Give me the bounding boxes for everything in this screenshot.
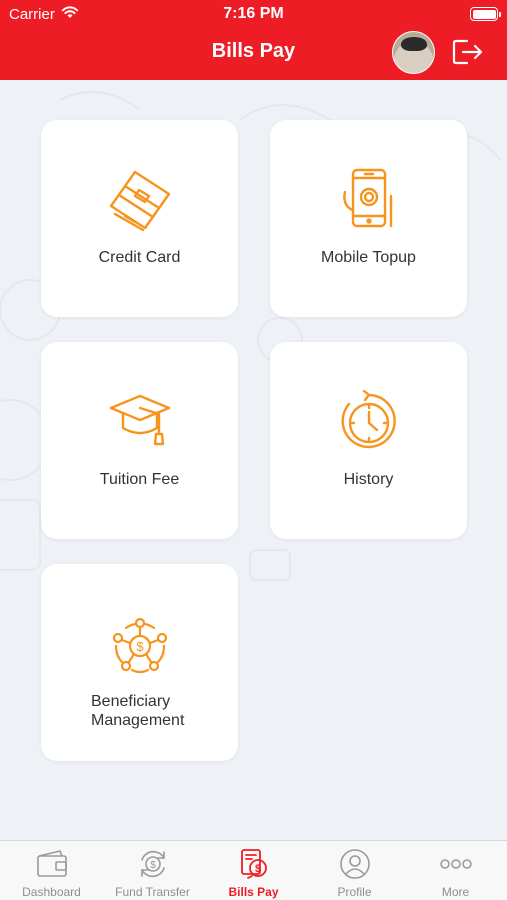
mobile-phone-icon [342, 168, 392, 228]
tab-bar: Dashboard $ Fund Transfer $ Bills Pay Pr… [0, 840, 507, 900]
tile-label: Tuition Fee [99, 471, 180, 488]
tab-label: Dashboard [22, 885, 81, 899]
transfer-icon: $ [140, 850, 165, 878]
tile-label: Credit Card [98, 249, 181, 266]
tile-history[interactable]: History [270, 342, 467, 539]
battery-icon [470, 7, 501, 21]
status-time: 7:16 PM [223, 5, 284, 22]
tab-fund-transfer[interactable]: $ Fund Transfer [102, 841, 203, 900]
bill-icon: $ [240, 849, 267, 879]
more-dots-icon [439, 859, 472, 869]
tab-label: Bills Pay [228, 885, 279, 899]
tab-label: Profile [337, 885, 372, 899]
tile-mobile-topup[interactable]: Mobile Topup [270, 120, 467, 317]
logout-icon[interactable] [450, 37, 484, 67]
tile-beneficiary-management[interactable]: $ Beneficiary Management [41, 564, 238, 761]
tile-label: Beneficiary Management [91, 693, 185, 729]
app-header: Carrier 7:16 PM Bills Pay [0, 0, 507, 80]
beneficiary-network-icon: $ [112, 617, 167, 674]
tab-bills-pay[interactable]: $ Bills Pay [203, 841, 304, 900]
tab-more[interactable]: More [405, 841, 506, 900]
credit-card-icon [109, 170, 170, 232]
svg-text:$: $ [254, 863, 260, 875]
profile-icon [339, 849, 370, 879]
tile-label: Mobile Topup [321, 249, 416, 266]
graduation-cap-icon [109, 394, 170, 446]
avatar[interactable] [392, 31, 435, 74]
tab-profile[interactable]: Profile [304, 841, 405, 900]
history-clock-icon [341, 390, 396, 449]
wallet-icon [36, 850, 67, 877]
tab-label: More [441, 885, 470, 899]
tab-label: Fund Transfer [115, 885, 190, 899]
status-bar: Carrier 7:16 PM [0, 0, 507, 28]
tab-dashboard[interactable]: Dashboard [1, 841, 102, 900]
tile-tuition-fee[interactable]: Tuition Fee [41, 342, 238, 539]
svg-text:$: $ [136, 639, 144, 654]
svg-text:$: $ [150, 860, 156, 871]
tile-credit-card[interactable]: Credit Card [41, 120, 238, 317]
tile-label: History [343, 471, 394, 488]
